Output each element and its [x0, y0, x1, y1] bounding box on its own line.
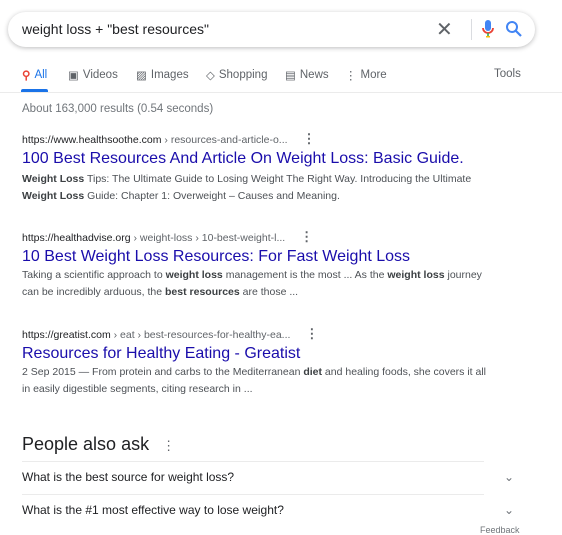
- highlighted-term: Weight Loss: [22, 190, 85, 202]
- tab-videos[interactable]: ▣ Videos: [68, 68, 118, 82]
- tab-news[interactable]: ▤ News: [285, 68, 329, 82]
- result-snippet: Taking a scientific approach to weight l…: [22, 267, 492, 301]
- result-snippet: Weight Loss Tips: The Ultimate Guide to …: [22, 171, 492, 205]
- search-result: https://greatist.com › eat › best-resour…: [22, 326, 492, 398]
- clear-icon[interactable]: ✕: [436, 17, 453, 42]
- result-snippet: 2 Sep 2015 — From protein and carbs to t…: [22, 364, 492, 398]
- result-title-link[interactable]: Resources for Healthy Eating - Greatist: [22, 345, 492, 363]
- paa-question[interactable]: What is the best source for weight loss?: [22, 470, 234, 484]
- search-input[interactable]: weight loss + "best resources": [22, 21, 209, 37]
- highlighted-term: weight loss: [165, 269, 223, 281]
- result-stats: About 163,000 results (0.54 seconds): [22, 103, 214, 115]
- feedback-link[interactable]: Feedback: [480, 525, 520, 535]
- search-result: https://www.healthsoothe.com › resources…: [22, 131, 492, 205]
- highlighted-term: best resources: [165, 286, 240, 298]
- divider: [0, 92, 562, 93]
- more-vert-icon: ⋮: [345, 70, 357, 82]
- result-url[interactable]: https://www.healthsoothe.com › resources…: [22, 131, 492, 147]
- paa-question[interactable]: What is the #1 most effective way to los…: [22, 503, 284, 517]
- search-box[interactable]: weight loss + "best resources" ✕: [8, 12, 535, 47]
- search-icon[interactable]: [505, 20, 523, 43]
- snippet-text: Tips: The Ultimate Guide to Losing Weigh…: [84, 173, 472, 185]
- tools-button[interactable]: Tools: [494, 68, 521, 80]
- search-icon: ⚲: [22, 70, 31, 82]
- chevron-down-icon[interactable]: ⌄: [504, 503, 514, 517]
- more-options-icon[interactable]: ⋮: [302, 131, 315, 146]
- result-title-link[interactable]: 10 Best Weight Loss Resources: For Fast …: [22, 248, 492, 266]
- more-options-icon[interactable]: ⋮: [305, 326, 318, 341]
- snippet-text: 2 Sep 2015 — From protein and carbs to t…: [22, 366, 304, 378]
- divider: [22, 461, 484, 462]
- microphone-icon[interactable]: [481, 19, 495, 44]
- highlighted-term: diet: [303, 366, 322, 378]
- tag-icon: ◇: [206, 70, 215, 82]
- tab-all[interactable]: ⚲ All: [22, 68, 47, 82]
- tab-shopping[interactable]: ◇ Shopping: [206, 68, 267, 82]
- snippet-text: management is the most ... As the: [222, 269, 388, 281]
- divider: [471, 19, 472, 40]
- tab-images[interactable]: ▨ Images: [136, 68, 189, 82]
- result-title-link[interactable]: 100 Best Resources And Article On Weight…: [22, 150, 492, 168]
- highlighted-term: weight loss: [387, 269, 445, 281]
- snippet-text: Guide: Chapter 1: Overweight – Causes an…: [84, 190, 340, 202]
- more-options-icon[interactable]: ⋮: [300, 229, 313, 244]
- play-icon: ▣: [68, 70, 79, 82]
- news-icon: ▤: [285, 70, 296, 82]
- divider: [22, 494, 484, 495]
- people-also-ask-heading: People also ask ⋮: [22, 434, 176, 454]
- result-url[interactable]: https://healthadvise.org › weight-loss ›…: [22, 229, 492, 245]
- highlighted-term: Weight Loss: [22, 173, 85, 185]
- result-url[interactable]: https://greatist.com › eat › best-resour…: [22, 326, 492, 342]
- snippet-text: Taking a scientific approach to: [22, 269, 166, 281]
- snippet-text: are those ...: [239, 286, 299, 298]
- chevron-down-icon[interactable]: ⌄: [504, 470, 514, 484]
- more-options-icon[interactable]: ⋮: [162, 438, 175, 453]
- search-result: https://healthadvise.org › weight-loss ›…: [22, 229, 492, 301]
- image-icon: ▨: [136, 70, 147, 82]
- tab-more[interactable]: ⋮ More: [345, 68, 387, 82]
